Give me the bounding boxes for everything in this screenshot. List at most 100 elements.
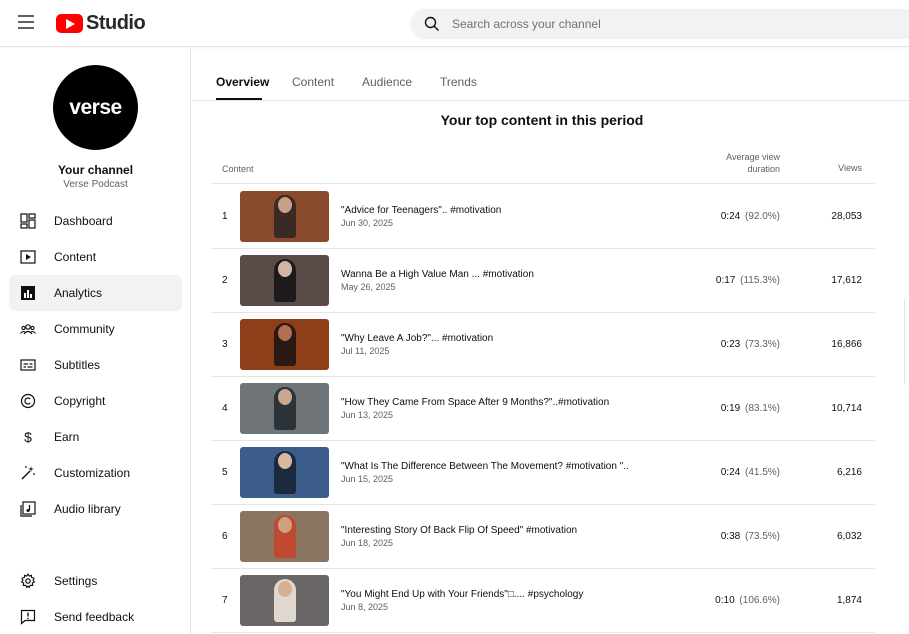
earn-icon: $ (19, 428, 37, 446)
sidebar-item-send-feedback[interactable]: Send feedback (9, 599, 182, 634)
sidebar-item-customization[interactable]: Customization (9, 455, 182, 491)
avd-value: 0:24 (720, 211, 741, 222)
sidebar-label-earn: Earn (54, 430, 80, 444)
column-header-avg-view-duration[interactable]: Average view duration (726, 151, 780, 175)
video-title[interactable]: "Advice for Teenagers".. #motivation (341, 205, 501, 216)
sidebar-label-audio-library: Audio library (54, 502, 121, 516)
table-row[interactable]: 7 "You Might End Up with Your Friends"□.… (211, 569, 875, 633)
channel-name[interactable]: Your channel (0, 163, 191, 177)
avd-percent: (106.6%) (739, 595, 780, 606)
avd-percent: (83.1%) (744, 403, 780, 414)
tab-content[interactable]: Content (292, 75, 334, 89)
column-header-content: Content (222, 164, 254, 174)
row-rank: 4 (222, 403, 228, 414)
video-thumbnail[interactable] (240, 575, 329, 626)
view-count: 28,053 (831, 211, 862, 222)
section-title: Your top content in this period (440, 112, 644, 128)
logo-text: Studio (86, 11, 146, 34)
sidebar-item-analytics[interactable]: Analytics (9, 275, 182, 311)
table-row[interactable]: 3 "Why Leave A Job?"... #motivation Jul … (211, 313, 875, 377)
tab-trends[interactable]: Trends (440, 75, 477, 89)
avd-value: 0:23 (720, 339, 741, 350)
video-title[interactable]: "How They Came From Space After 9 Months… (341, 397, 609, 408)
feedback-icon (19, 608, 37, 626)
subtitles-icon (19, 356, 37, 374)
video-thumbnail[interactable] (240, 319, 329, 370)
sidebar-item-dashboard[interactable]: Dashboard (9, 203, 182, 239)
menu-icon[interactable] (18, 15, 36, 31)
table-row[interactable]: 5 "What Is The Difference Between The Mo… (211, 441, 875, 505)
sidebar-item-audio-library[interactable]: Audio library (9, 491, 182, 527)
avg-view-duration: 0:24 (41.5%) (721, 467, 780, 478)
sidebar-item-community[interactable]: Community (9, 311, 182, 347)
video-date: Jul 11, 2025 (341, 346, 390, 356)
row-rank: 1 (222, 211, 228, 222)
tab-overview[interactable]: Overview (216, 75, 269, 89)
table-row[interactable]: 1 "Advice for Teenagers".. #motivation J… (211, 185, 875, 249)
avg-view-duration: 0:17 (115.3%) (716, 275, 780, 286)
active-tab-indicator (216, 98, 262, 100)
sidebar-item-subtitles[interactable]: Subtitles (9, 347, 182, 383)
top-bar: Studio (0, 0, 909, 47)
avd-percent: (115.3%) (740, 275, 780, 286)
video-title[interactable]: Wanna Be a High Value Man ... #motivatio… (341, 269, 534, 280)
table-header: Content Average view duration Views (211, 150, 875, 184)
video-title[interactable]: "Interesting Story Of Back Flip Of Speed… (341, 525, 577, 536)
video-title[interactable]: "You Might End Up with Your Friends"□...… (341, 589, 583, 600)
search-icon[interactable] (424, 16, 440, 32)
sidebar-item-copyright[interactable]: Copyright (9, 383, 182, 419)
video-title[interactable]: "Why Leave A Job?"... #motivation (341, 333, 493, 344)
view-count: 6,216 (836, 467, 862, 478)
video-thumbnail[interactable] (240, 383, 329, 434)
tab-audience[interactable]: Audience (362, 75, 412, 89)
sidebar: verse Your channel Verse Podcast Dashboa… (0, 48, 191, 634)
row-rank: 5 (222, 467, 228, 478)
studio-logo[interactable]: Studio (56, 11, 146, 34)
table-row[interactable]: 6 "Interesting Story Of Back Flip Of Spe… (211, 505, 875, 569)
content-icon (19, 248, 37, 266)
sidebar-label-copyright: Copyright (54, 394, 106, 408)
avd-percent: (73.3%) (744, 339, 780, 350)
video-date: Jun 8, 2025 (341, 602, 389, 612)
row-rank: 7 (222, 595, 228, 606)
audio-library-icon (19, 500, 37, 518)
video-title[interactable]: "What Is The Difference Between The Move… (341, 461, 629, 472)
view-count: 17,612 (831, 275, 862, 286)
video-date: Jun 18, 2025 (341, 538, 394, 548)
video-thumbnail[interactable] (240, 255, 329, 306)
sidebar-label-send-feedback: Send feedback (54, 610, 135, 624)
table-row[interactable]: 2 Wanna Be a High Value Man ... #motivat… (211, 249, 875, 313)
video-thumbnail[interactable] (240, 447, 329, 498)
column-header-views[interactable]: Views (838, 163, 862, 173)
sidebar-item-settings[interactable]: Settings (9, 563, 182, 599)
video-date: Jun 15, 2025 (341, 474, 394, 484)
customization-icon (19, 464, 37, 482)
sidebar-label-content: Content (54, 250, 97, 264)
avg-view-duration: 0:24 (92.0%) (721, 211, 780, 222)
view-count: 10,714 (831, 403, 862, 414)
community-icon (19, 320, 37, 338)
table-row[interactable]: 4 "How They Came From Space After 9 Mont… (211, 377, 875, 441)
sidebar-label-dashboard: Dashboard (54, 214, 113, 228)
copyright-icon (19, 392, 37, 410)
column-header-avd-line1: Average view (726, 152, 780, 162)
avg-view-duration: 0:19 (83.1%) (721, 403, 780, 414)
avd-percent: (41.5%) (744, 467, 780, 478)
video-thumbnail[interactable] (240, 511, 329, 562)
search-input[interactable] (452, 9, 852, 39)
analytics-tabs: Overview Content Audience Trends (192, 48, 909, 101)
sidebar-label-settings: Settings (54, 574, 98, 588)
svg-text:$: $ (24, 429, 32, 445)
avd-percent: (73.5%) (744, 531, 780, 542)
channel-avatar[interactable]: verse (53, 65, 138, 150)
sidebar-item-content[interactable]: Content (9, 239, 182, 275)
video-thumbnail[interactable] (240, 191, 329, 242)
avd-value: 0:17 (715, 275, 736, 286)
avd-value: 0:10 (715, 595, 735, 606)
avatar-text: verse (69, 95, 122, 119)
search-bar[interactable] (410, 9, 909, 39)
avd-value: 0:38 (720, 531, 741, 542)
avg-view-duration: 0:10 (106.6%) (715, 595, 780, 606)
view-count: 6,032 (836, 531, 862, 542)
sidebar-item-earn[interactable]: $ Earn (9, 419, 182, 455)
